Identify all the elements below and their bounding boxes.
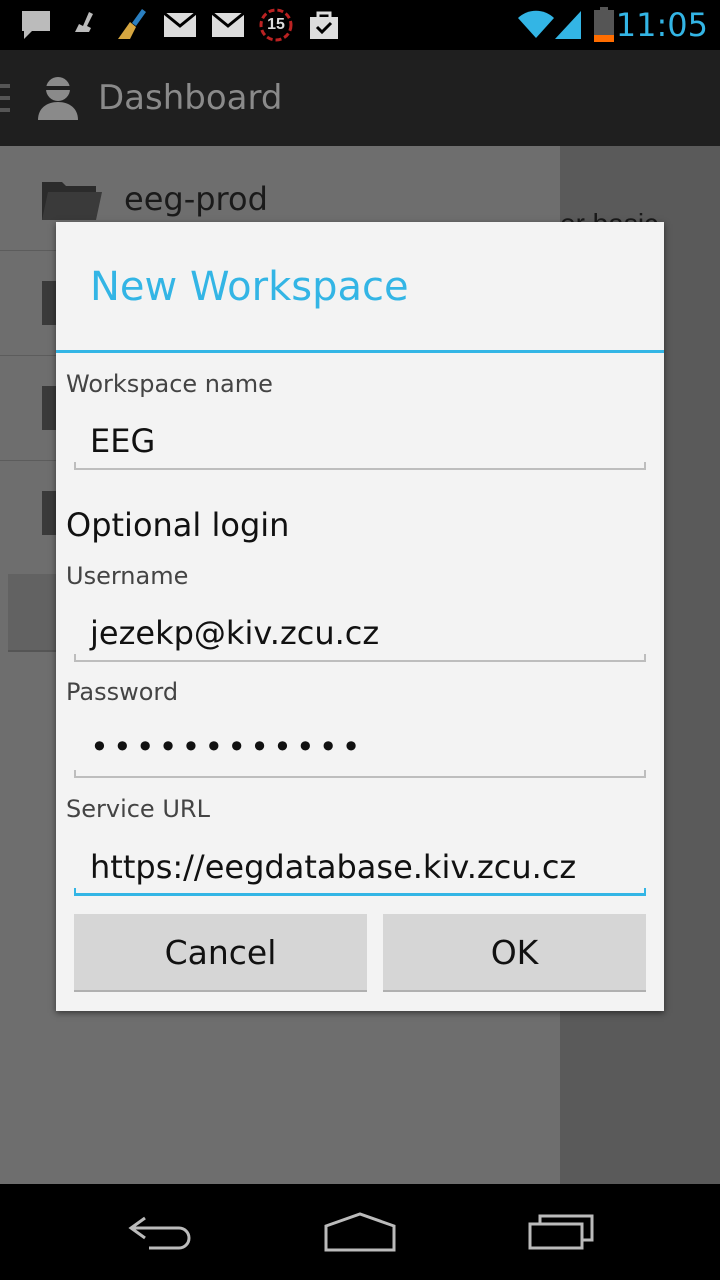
input-underline-focused bbox=[74, 888, 646, 896]
wifi-icon bbox=[516, 0, 556, 50]
service-url-value: https://eegdatabase.kiv.zcu.cz bbox=[90, 848, 577, 886]
clock: 11:05 bbox=[615, 6, 708, 44]
input-underline bbox=[74, 462, 646, 470]
store-bag-icon bbox=[306, 0, 342, 50]
password-value: •••••••••••• bbox=[90, 728, 365, 766]
optional-login-heading: Optional login bbox=[66, 506, 290, 544]
workspace-name-value: EEG bbox=[90, 422, 156, 460]
mail-icon bbox=[210, 0, 246, 50]
broom-icon bbox=[112, 0, 152, 50]
mail-icon bbox=[162, 0, 198, 50]
calendar-icon: 15 bbox=[256, 0, 296, 50]
dialog-title: New Workspace bbox=[90, 264, 409, 310]
back-icon[interactable] bbox=[100, 1204, 220, 1260]
signal-icon bbox=[552, 0, 584, 50]
username-value: jezekp@kiv.zcu.cz bbox=[90, 614, 380, 652]
service-url-input[interactable]: https://eegdatabase.kiv.zcu.cz bbox=[74, 840, 646, 896]
home-icon[interactable] bbox=[300, 1204, 420, 1260]
user-icon[interactable] bbox=[36, 74, 80, 122]
username-label: Username bbox=[66, 562, 189, 590]
battery-icon bbox=[590, 0, 618, 50]
cancel-button[interactable]: Cancel bbox=[74, 914, 367, 992]
cleaner-icon bbox=[68, 0, 104, 50]
ok-button[interactable]: OK bbox=[383, 914, 646, 992]
new-workspace-dialog: New Workspace Workspace name EEG Optiona… bbox=[56, 222, 664, 1011]
folder-icon bbox=[42, 178, 102, 225]
status-bar: 15 11:05 bbox=[0, 0, 720, 50]
password-label: Password bbox=[66, 678, 179, 706]
chat-icon bbox=[18, 0, 54, 50]
workspace-name-input[interactable]: EEG bbox=[74, 414, 646, 470]
calendar-badge: 15 bbox=[267, 16, 285, 33]
input-underline bbox=[74, 654, 646, 662]
action-bar: Dashboard bbox=[0, 50, 720, 146]
drawer-indicator-icon[interactable] bbox=[0, 84, 10, 114]
service-url-label: Service URL bbox=[66, 795, 210, 823]
username-input[interactable]: jezekp@kiv.zcu.cz bbox=[74, 606, 646, 662]
dialog-divider bbox=[56, 350, 664, 353]
input-underline bbox=[74, 770, 646, 778]
password-input[interactable]: •••••••••••• bbox=[74, 722, 646, 778]
workspace-name-label: Workspace name bbox=[66, 370, 273, 398]
recent-apps-icon[interactable] bbox=[502, 1204, 622, 1260]
page-title: Dashboard bbox=[98, 78, 283, 118]
navigation-bar bbox=[0, 1184, 720, 1280]
workspace-label: eeg-prod bbox=[124, 180, 268, 218]
